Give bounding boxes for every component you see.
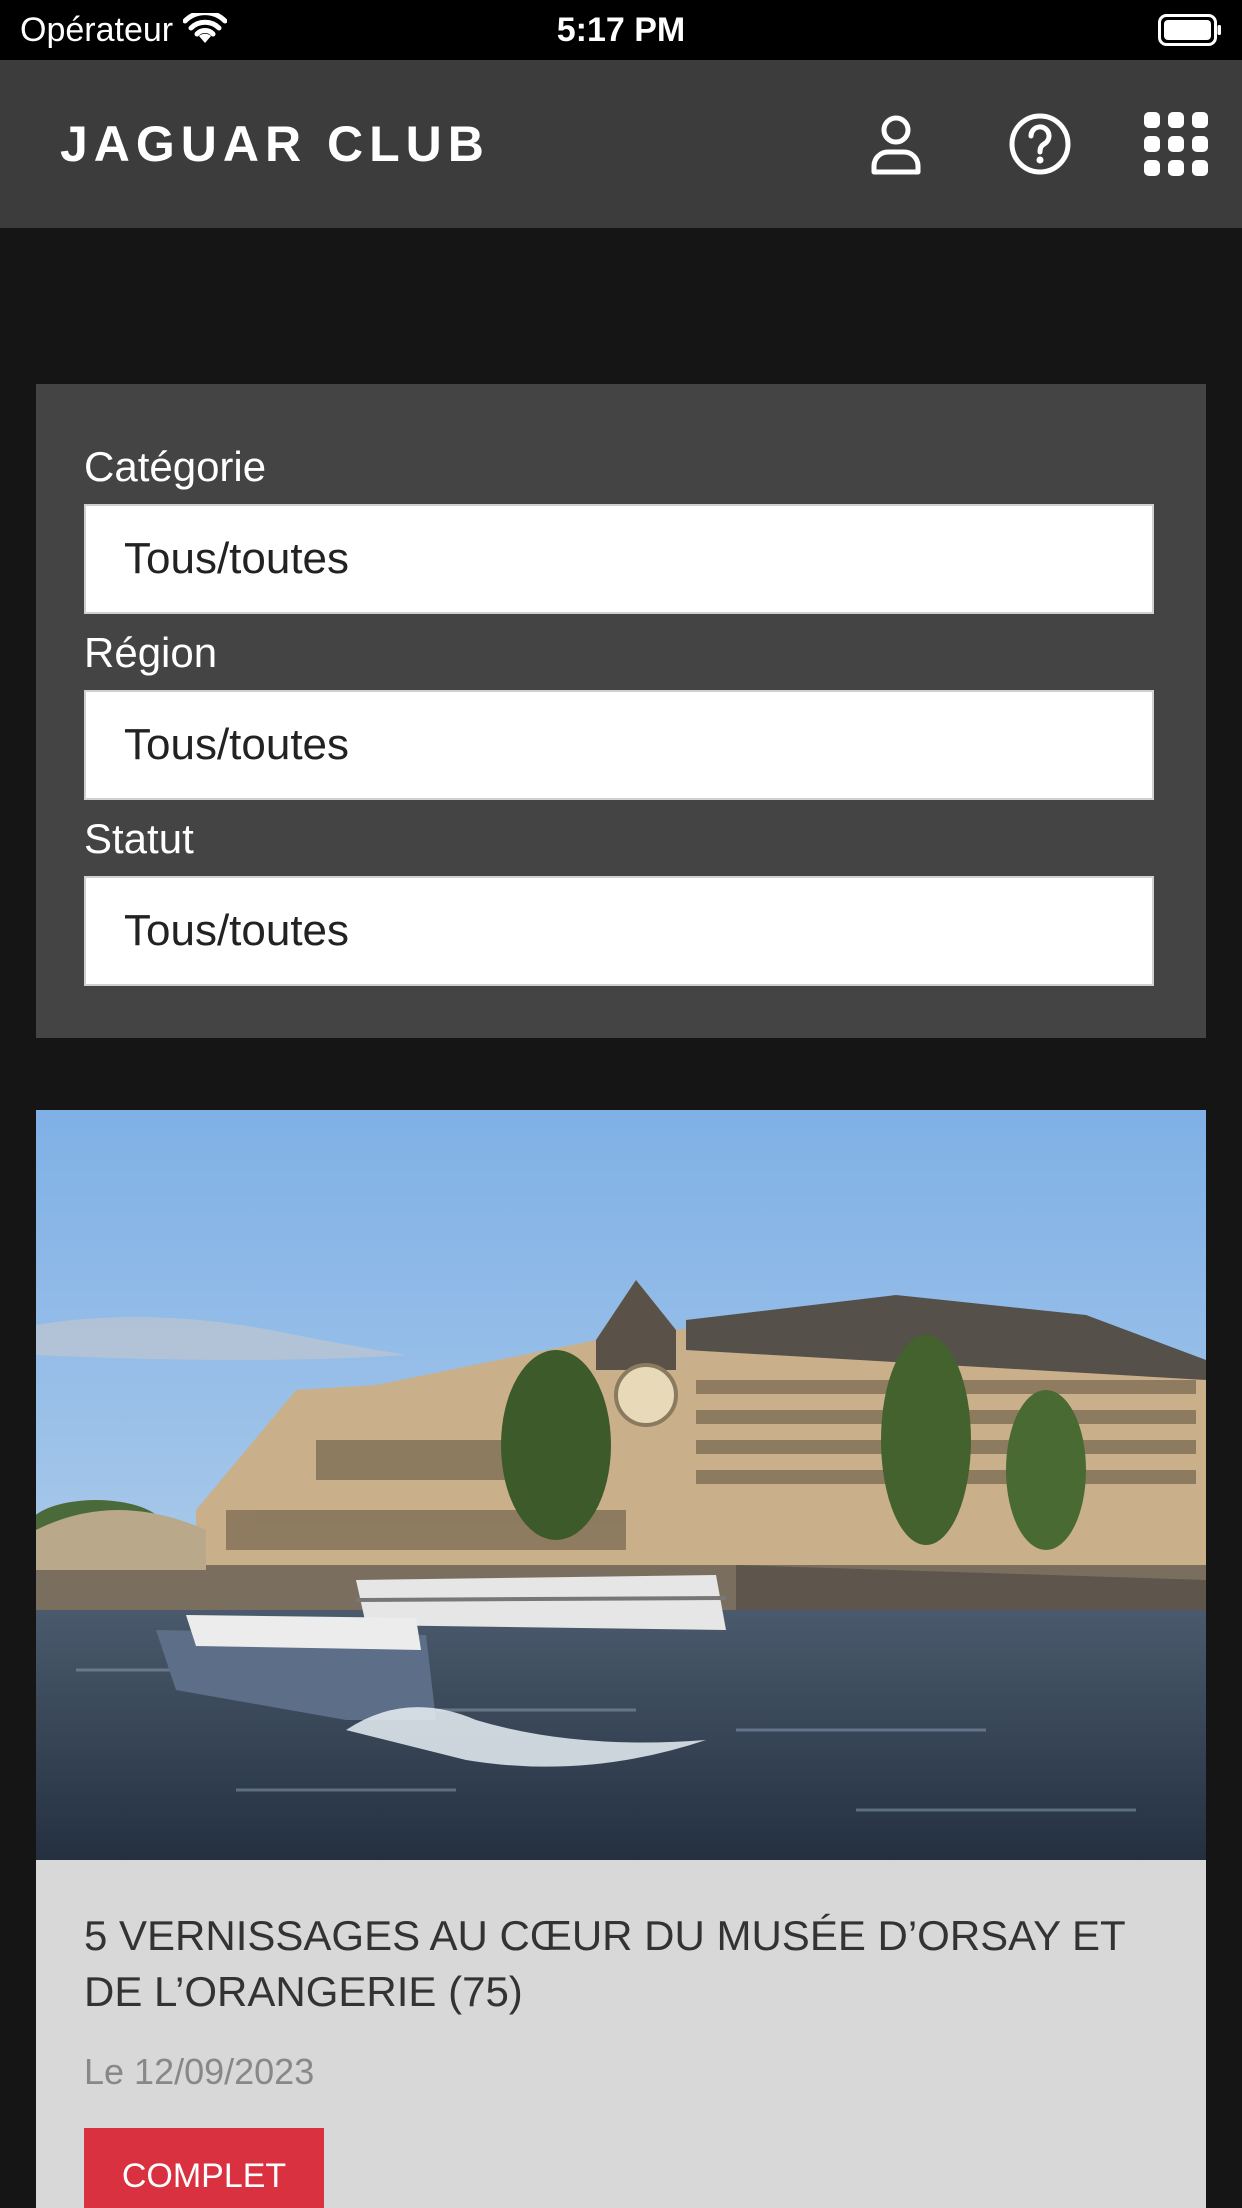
status-bar: Opérateur 5:17 PM: [0, 0, 1242, 60]
category-select[interactable]: Tous/toutes: [84, 504, 1154, 614]
battery-icon: [1158, 14, 1221, 46]
status-label: Statut: [84, 815, 194, 862]
event-photo[interactable]: [36, 1110, 1206, 1860]
region-select[interactable]: Tous/toutes: [84, 690, 1154, 800]
status-badge: COMPLET: [84, 2128, 324, 2208]
help-icon[interactable]: [1006, 110, 1074, 178]
event-date: Le 12/09/2023: [84, 2051, 315, 2092]
filter-panel: Catégorie Tous/toutes Région Tous/toutes…: [36, 384, 1206, 1038]
category-label: Catégorie: [84, 443, 267, 490]
brand-logo[interactable]: JAGUAR CLUB: [60, 116, 490, 172]
event-title[interactable]: 5 VERNISSAGES AU CŒUR DU MUSÉE D’ORSAY E…: [84, 1908, 1164, 2020]
user-icon[interactable]: [862, 110, 930, 178]
status-select[interactable]: Tous/toutes: [84, 876, 1154, 986]
clock: 5:17 PM: [556, 11, 686, 49]
app-header: JAGUAR CLUB: [0, 60, 1242, 228]
event-card[interactable]: 5 VERNISSAGES AU CŒUR DU MUSÉE D’ORSAY E…: [36, 1110, 1206, 2208]
region-label: Région: [84, 629, 218, 676]
apps-grid-icon[interactable]: [1142, 110, 1210, 178]
